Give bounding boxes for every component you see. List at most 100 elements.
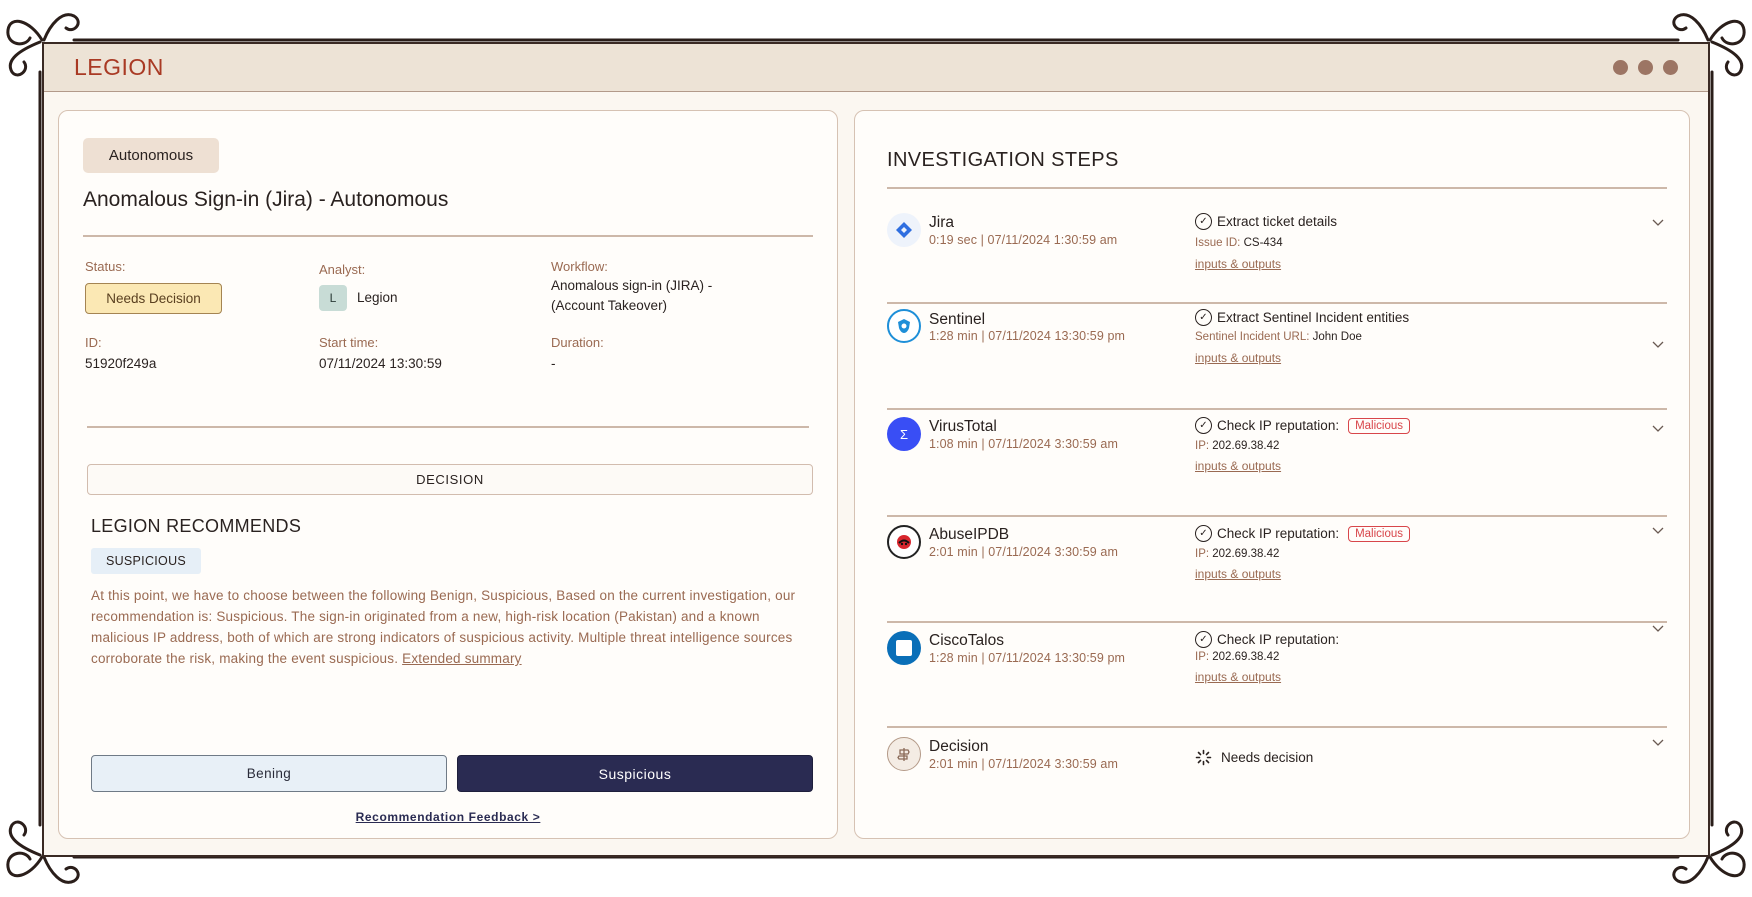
step-name: Jira: [929, 214, 954, 231]
step-time: 2:01 min | 07/11/2024 3:30:59 am: [929, 545, 1118, 559]
analyst-avatar: L: [319, 285, 347, 311]
chevron-down-icon[interactable]: [1651, 215, 1665, 229]
duration-label: Duration:: [551, 335, 604, 350]
recommends-title: LEGION RECOMMENDS: [91, 516, 302, 536]
detail-value: CS-434: [1243, 237, 1283, 249]
detail-value: 202.69.38.42: [1212, 548, 1280, 560]
divider: [887, 302, 1667, 304]
investigation-steps-panel: INVESTIGATION STEPS Jira 0:19 sec | 07/1…: [854, 110, 1690, 839]
detail-label: Issue ID:: [1195, 237, 1241, 249]
step-action-label: Needs decision: [1221, 750, 1314, 765]
step-detail: Sentinel Incident URL: John Doe: [1195, 331, 1362, 343]
step-detail: IP: 202.69.38.42: [1195, 548, 1279, 560]
step-name: CiscoTalos: [929, 632, 1004, 649]
virustotal-icon: Σ: [887, 417, 921, 451]
decision-icon: [887, 737, 921, 771]
jira-icon: [887, 213, 921, 247]
status-label: Status:: [85, 259, 126, 274]
step-name: AbuseIPDB: [929, 526, 1010, 543]
step-decision: Decision 2:01 min | 07/11/2024 3:30:59 a…: [887, 735, 1667, 835]
steps-title: INVESTIGATION STEPS: [887, 149, 1119, 171]
step-detail: Issue ID: CS-434: [1195, 237, 1283, 249]
step-action: ✓ Check IP reputation:: [1195, 631, 1339, 648]
detail-value: 202.69.38.42: [1212, 651, 1280, 663]
step-time: 2:01 min | 07/11/2024 3:30:59 am: [929, 757, 1118, 771]
workflow-value-line2: (Account Takeover): [551, 298, 668, 313]
benign-button[interactable]: Bening: [91, 755, 447, 792]
step-action-label: Check IP reputation:: [1217, 418, 1340, 433]
step-action-label: Extract ticket details: [1217, 214, 1338, 229]
step-detail: IP: 202.69.38.42: [1195, 651, 1279, 663]
id-value: 51920f249a: [85, 356, 157, 371]
ciscotalos-icon: [887, 631, 921, 665]
start-time-value: 07/11/2024 13:30:59: [319, 356, 442, 371]
step-name: VirusTotal: [929, 418, 997, 435]
inputs-outputs-link[interactable]: inputs & outputs: [1195, 567, 1281, 581]
chevron-down-icon[interactable]: [1651, 523, 1665, 537]
step-action-label: Check IP reputation:: [1217, 632, 1340, 647]
step-time: 1:28 min | 07/11/2024 13:30:59 pm: [929, 329, 1126, 343]
id-label: ID:: [85, 335, 102, 350]
check-icon: ✓: [1195, 213, 1212, 230]
decision-bar: DECISION: [87, 464, 813, 495]
incident-panel: Autonomous Anomalous Sign-in (Jira) - Au…: [58, 110, 838, 839]
step-jira: Jira 0:19 sec | 07/11/2024 1:30:59 am ✓ …: [887, 207, 1667, 307]
step-action-label: Check IP reputation:: [1217, 526, 1340, 541]
step-time: 1:08 min | 07/11/2024 3:30:59 am: [929, 437, 1118, 451]
sentinel-icon: [887, 309, 921, 343]
step-detail: IP: 202.69.38.42: [1195, 440, 1279, 452]
window-dot-1[interactable]: [1613, 60, 1628, 75]
detail-label: IP:: [1195, 548, 1210, 560]
analyst-label: Analyst:: [319, 262, 366, 277]
step-abuseipdb: AbuseIPDB 2:01 min | 07/11/2024 3:30:59 …: [887, 523, 1667, 623]
step-action: ✓ Check IP reputation: Malicious: [1195, 525, 1411, 542]
detail-label: IP:: [1195, 440, 1210, 452]
step-ciscotalos: CiscoTalos 1:28 min | 07/11/2024 13:30:5…: [887, 625, 1667, 729]
extended-summary-link[interactable]: Extended summary: [402, 651, 522, 666]
step-time: 1:28 min | 07/11/2024 13:30:59 pm: [929, 651, 1126, 665]
step-virustotal: Σ VirusTotal 1:08 min | 07/11/2024 3:30:…: [887, 415, 1667, 515]
incident-title: Anomalous Sign-in (Jira) - Autonomous: [83, 188, 449, 211]
step-name: Decision: [929, 738, 989, 755]
chevron-down-icon[interactable]: [1651, 735, 1665, 749]
suspicious-button[interactable]: Suspicious: [457, 755, 813, 792]
detail-label: IP:: [1195, 651, 1210, 663]
recommendation-feedback-link[interactable]: Recommendation Feedback >: [59, 810, 837, 824]
detail-value: John Doe: [1312, 331, 1362, 343]
check-icon: ✓: [1195, 631, 1212, 648]
loading-spinner-icon: [1195, 749, 1212, 766]
duration-value: -: [551, 356, 556, 371]
inputs-outputs-link[interactable]: inputs & outputs: [1195, 459, 1281, 473]
recommendation-summary: At this point, we have to choose between…: [91, 585, 811, 669]
workflow-value-line1: Anomalous sign-in (JIRA) -: [551, 278, 713, 293]
detail-label: Sentinel Incident URL:: [1195, 331, 1310, 343]
window-dot-3[interactable]: [1663, 60, 1678, 75]
app-window: LEGION Autonomous Anomalous Sign-in (Jir…: [42, 42, 1710, 857]
verdict-badge: SUSPICIOUS: [91, 548, 201, 574]
chevron-down-icon[interactable]: [1651, 337, 1665, 351]
divider: [887, 408, 1667, 410]
chevron-down-icon[interactable]: [1651, 621, 1665, 635]
abuseipdb-icon: [887, 525, 921, 559]
title-bar: LEGION: [44, 44, 1708, 92]
window-dot-2[interactable]: [1638, 60, 1653, 75]
inputs-outputs-link[interactable]: inputs & outputs: [1195, 257, 1281, 271]
start-time-label: Start time:: [319, 335, 379, 350]
workflow-label: Workflow:: [551, 259, 608, 274]
status-badge: Needs Decision: [85, 283, 222, 314]
step-sentinel: Sentinel 1:28 min | 07/11/2024 13:30:59 …: [887, 307, 1667, 407]
inputs-outputs-link[interactable]: inputs & outputs: [1195, 670, 1281, 684]
divider: [887, 187, 1667, 189]
divider: [83, 235, 813, 237]
divider: [887, 621, 1667, 623]
check-icon: ✓: [1195, 417, 1212, 434]
step-action: ✓ Check IP reputation: Malicious: [1195, 417, 1411, 434]
step-action: ✓ Extract ticket details: [1195, 213, 1337, 230]
divider: [887, 726, 1667, 728]
chevron-down-icon[interactable]: [1651, 421, 1665, 435]
check-icon: ✓: [1195, 309, 1212, 326]
malicious-badge: Malicious: [1348, 417, 1411, 434]
malicious-badge: Malicious: [1348, 525, 1411, 542]
analyst-name: Legion: [357, 290, 398, 305]
inputs-outputs-link[interactable]: inputs & outputs: [1195, 351, 1281, 365]
